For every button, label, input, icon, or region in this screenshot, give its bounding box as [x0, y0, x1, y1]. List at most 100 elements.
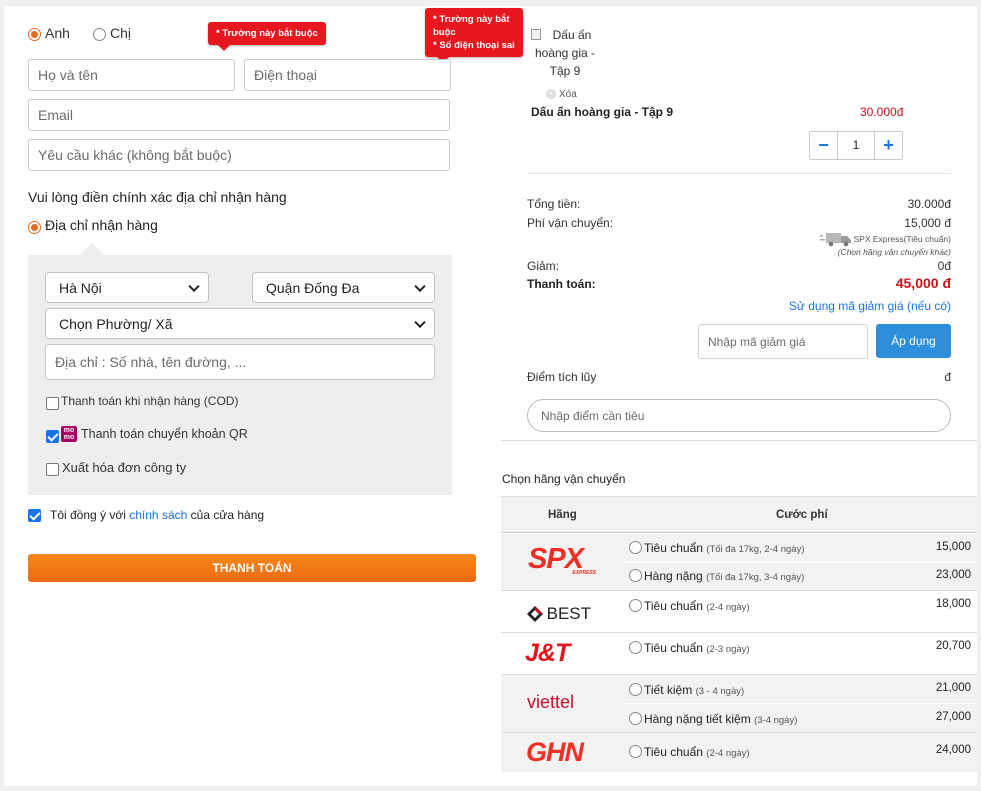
points-input[interactable] — [527, 399, 951, 432]
spx-standard-radio[interactable] — [629, 541, 642, 554]
city-select[interactable]: Hà Nội — [45, 272, 209, 303]
cod-checkbox[interactable] — [46, 397, 59, 410]
phone-field[interactable] — [244, 59, 451, 91]
viettel-logo: viettel — [527, 692, 575, 712]
ghn-logo: GHN — [526, 737, 584, 767]
agree-checkbox[interactable] — [28, 509, 41, 522]
best-logo-text: BEST — [546, 604, 592, 623]
coupon-link[interactable]: Sử dụng mã giảm giá (nếu có) — [789, 299, 951, 313]
option-label: Hàng nặng tiết kiệm — [644, 712, 751, 726]
decrease-qty-button[interactable]: − — [810, 132, 838, 159]
momo-icon-line2: mo — [63, 434, 75, 441]
image-alt-line3: Tập 9 — [549, 64, 581, 78]
checkout-button[interactable]: THANH TOÁN — [28, 554, 476, 582]
viettel-saving-radio[interactable] — [629, 683, 642, 696]
street-address-field[interactable] — [45, 344, 435, 380]
ghn-standard-radio[interactable] — [629, 745, 642, 758]
option-note: (2-3 ngày) — [706, 644, 750, 655]
spx-heavy-option: Hàng nặng (Tối đa 17kg, 3-4 ngày) — [644, 569, 804, 583]
spx-heavy-radio[interactable] — [629, 569, 642, 582]
remove-icon[interactable]: × — [546, 89, 556, 99]
total-label: Thanh toán: — [527, 277, 596, 291]
viettel-heavy-price: 27,000 — [935, 711, 971, 723]
broken-image: Dấu ấn — [530, 26, 600, 44]
total-value: 45,000 đ — [895, 275, 951, 291]
phone-error-tooltip: * Trường này bắt buộc * Số điện thoại sa… — [425, 8, 523, 63]
row-divider — [501, 590, 977, 591]
discount-label: Giảm: — [527, 259, 560, 273]
full-name-field[interactable] — [28, 59, 235, 91]
option-note: (Tối đa 17kg, 3-4 ngày) — [706, 572, 805, 583]
increase-qty-button[interactable]: + — [874, 132, 902, 159]
quantity-stepper: − 1 + — [809, 131, 903, 160]
broken-image-icon — [531, 29, 541, 40]
ghn-standard-option: Tiêu chuẩn (2-4 ngày) — [644, 745, 750, 759]
agree-suffix: của cửa hàng — [190, 508, 265, 522]
email-field[interactable] — [28, 99, 450, 131]
ward-value: Chọn Phường/ Xã — [59, 315, 173, 332]
option-note: (2-4 ngày) — [706, 748, 750, 759]
phone-error-line3: * Số điện thoại sai — [433, 40, 515, 51]
qr-checkbox[interactable] — [46, 430, 59, 443]
address-option-radio[interactable] — [28, 221, 41, 234]
viettel-saving-option: Tiết kiệm (3 - 4 ngày) — [644, 683, 744, 697]
shipping-value: 15,000 đ — [904, 216, 951, 230]
apply-coupon-button[interactable]: Áp dụng — [876, 324, 951, 358]
agree-prefix: Tôi đồng ý với — [50, 508, 126, 522]
jt-standard-option: Tiêu chuẩn (2-3 ngày) — [644, 641, 750, 655]
coupon-input[interactable] — [698, 324, 868, 359]
shipping-label: Phí vận chuyển: — [527, 216, 614, 230]
best-standard-price: 18,000 — [935, 598, 971, 610]
option-label: Hàng nặng — [644, 569, 703, 583]
qty-input[interactable]: 1 — [838, 132, 874, 159]
jt-standard-radio[interactable] — [629, 641, 642, 654]
image-alt-line2: hoàng gia - — [534, 46, 596, 60]
viettel-saving-price: 21,000 — [935, 682, 971, 694]
subtotal-label: Tổng tiền: — [527, 197, 581, 211]
shipping-carrier: SPX Express(Tiêu chuẩn) — [853, 234, 951, 244]
district-select[interactable]: Quận Đống Đa — [252, 272, 435, 303]
change-carrier-link[interactable]: (Chọn hãng vận chuyển khác) — [838, 247, 951, 257]
agree-text: Tôi đồng ý với chính sách của cửa hàng — [50, 508, 264, 522]
chevron-down-icon — [414, 316, 426, 328]
product-name: Dấu ấn hoàng gia - Tập 9 — [531, 105, 674, 119]
phone-error-line2: buộc — [433, 27, 456, 38]
name-error-tooltip: * Trường này bắt buộc — [208, 22, 326, 51]
momo-icon-line1: mo — [63, 427, 75, 434]
address-panel-arrow — [80, 243, 104, 255]
invoice-checkbox[interactable] — [46, 463, 59, 476]
city-value: Hà Nội — [59, 279, 102, 296]
viettel-heavy-radio[interactable] — [629, 712, 642, 725]
row-divider — [622, 703, 977, 704]
option-note: (Tối đa 17kg, 2-4 ngày) — [706, 544, 805, 555]
row-divider — [622, 562, 977, 563]
invoice-label: Xuất hóa đơn công ty — [62, 460, 187, 475]
gender-female-label: Chị — [110, 25, 132, 41]
note-field[interactable] — [28, 139, 450, 171]
gender-male-radio[interactable] — [28, 28, 41, 41]
chevron-down-icon — [188, 280, 200, 292]
option-note: (3 - 4 ngày) — [695, 686, 745, 697]
ghn-standard-price: 24,000 — [935, 744, 971, 756]
option-note: (3-4 ngày) — [754, 715, 798, 726]
spx-logo-text: SPX — [528, 543, 584, 575]
remove-link[interactable]: Xóa — [559, 89, 577, 100]
ward-select[interactable]: Chọn Phường/ Xã — [45, 308, 435, 339]
qr-label: Thanh toán chuyển khoản QR — [81, 427, 248, 441]
divider — [527, 173, 951, 174]
divider — [501, 440, 977, 441]
best-logo-mark — [527, 606, 543, 622]
option-label: Tiết kiệm — [644, 683, 693, 697]
address-prompt: Vui lòng điền chính xác địa chỉ nhận hàn… — [28, 189, 287, 205]
momo-icon: mo mo — [61, 426, 77, 442]
product-image: Dấu ấn hoàng gia - Tập 9 — [530, 26, 600, 80]
phone-error-line1: * Trường này bắt — [433, 14, 510, 25]
chevron-down-icon — [414, 280, 426, 292]
policy-link[interactable]: chính sách — [129, 508, 187, 522]
district-value: Quận Đống Đa — [266, 279, 360, 296]
viettel-heavy-option: Hàng nặng tiết kiệm (3-4 ngày) — [644, 712, 797, 726]
best-standard-radio[interactable] — [629, 599, 642, 612]
gender-female-radio[interactable] — [93, 28, 106, 41]
gender-male-label: Anh — [45, 25, 70, 41]
option-note: (2-4 ngày) — [706, 602, 750, 613]
